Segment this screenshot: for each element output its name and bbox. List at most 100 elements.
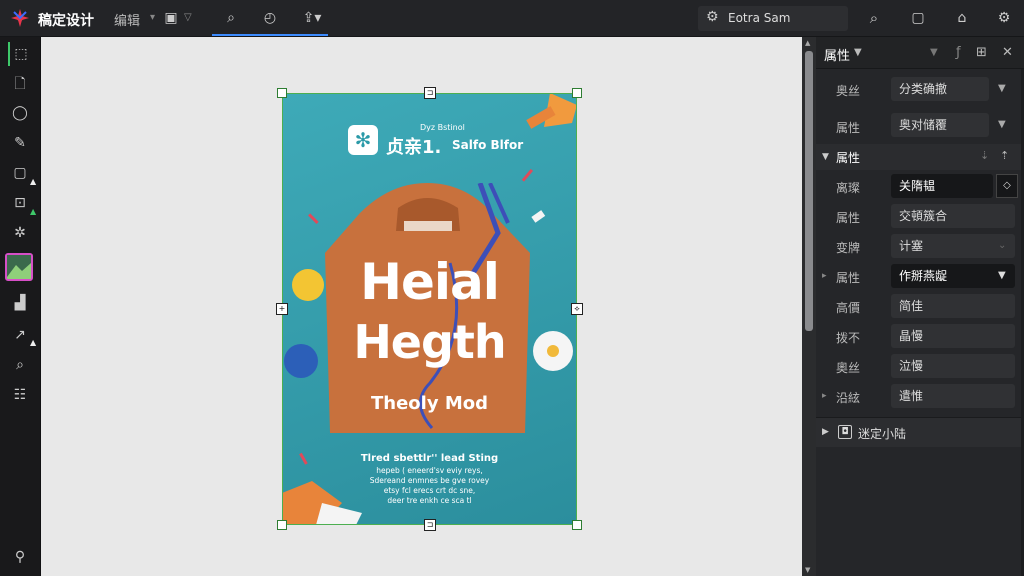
- left-toolbar: ⬚ 🗋 ◯ ✎ ▢ ▲ ⊡ ▲ ✲ ▟ ↗ ▲ ⌕ ☷ ⚲: [0, 37, 41, 576]
- property-label: 属性: [836, 271, 861, 285]
- landscape-icon: [7, 255, 31, 279]
- search-icon[interactable]: ⌕: [221, 8, 241, 28]
- brand-tagline: Dyz Bstinol: [420, 123, 465, 132]
- caption-line: etsy fcl erecs crt dc sne,: [383, 486, 476, 495]
- section-title: 属性: [836, 151, 861, 165]
- property-field[interactable]: 奥对储覆: [891, 113, 989, 137]
- select-tool[interactable]: ⬚: [8, 42, 32, 66]
- top-bar: 稿定设计 编辑 ▾ ▣ ▽ ⌕ ◴ ⇪▾ ⚙ Eotra Sam ⌕ ▢ ⌂ ⚙: [0, 0, 1024, 37]
- function-icon[interactable]: ƒ: [956, 45, 961, 60]
- frame-tool[interactable]: ▢: [8, 161, 32, 185]
- panel-collapse-icon[interactable]: ▼: [930, 47, 938, 58]
- section-header[interactable]: ▼ 属性 ⇣ ⇡: [816, 144, 1024, 170]
- property-label: 高價: [836, 301, 861, 315]
- property-label: 离璨: [836, 181, 861, 195]
- resize-handle-left[interactable]: +: [276, 303, 288, 315]
- scroll-down-icon[interactable]: ▼: [805, 566, 810, 574]
- poster-design[interactable]: ✻ Dyz Bstinol 贞亲1. Salfo Blfor Heial Heg…: [282, 93, 577, 525]
- more-dropdown-icon[interactable]: ▾: [150, 8, 155, 28]
- search-icon-right[interactable]: ⌕: [864, 8, 884, 28]
- headline-3: Theoly Mod: [371, 393, 488, 414]
- settings-gear-icon: ⚙: [706, 9, 719, 25]
- crop-tool-more-icon[interactable]: ▲: [30, 207, 36, 216]
- crop-tool[interactable]: ⊡: [8, 191, 32, 215]
- property-field[interactable]: 作掰燕龊: [891, 264, 1015, 288]
- property-field[interactable]: 泣慢: [891, 354, 1015, 378]
- caption-line: hepeb ( eneerd'sv eviy reys,: [376, 466, 483, 475]
- app-logo-icon[interactable]: [10, 8, 30, 28]
- property-label: 沿絃: [836, 391, 861, 405]
- property-field[interactable]: 晶慢: [891, 324, 1015, 348]
- chevron-down-icon[interactable]: ▼: [998, 119, 1006, 130]
- property-field[interactable]: 交頓簇合: [891, 204, 1015, 228]
- pen-tool[interactable]: ✎: [8, 131, 32, 155]
- property-field[interactable]: 简佳: [891, 294, 1015, 318]
- component-icon: ◘: [838, 425, 852, 439]
- app-name: 稿定设计: [38, 13, 94, 29]
- account-button[interactable]: ⚙ Eotra Sam: [698, 6, 848, 31]
- resize-handle-top-right[interactable]: [572, 88, 582, 98]
- chevron-down-icon[interactable]: ▼: [998, 270, 1006, 281]
- properties-panel: 属性 ▼ ▼ ƒ ⊞ ✕ 奥丝 分类确撤 ▼ 属性 奥对储覆 ▼ ▼ 属性 ⇣ …: [816, 37, 1024, 576]
- image-tool[interactable]: [5, 253, 33, 281]
- subsection-header[interactable]: ▶ ◘ 迷定小陆: [816, 417, 1024, 447]
- comment-tool[interactable]: ◯: [8, 101, 32, 125]
- property-field[interactable]: 计塞: [891, 234, 1015, 258]
- edit-menu[interactable]: 编辑: [114, 10, 140, 29]
- folder-icon[interactable]: ⌂: [952, 8, 972, 28]
- panel-header: 属性 ▼ ▼ ƒ ⊞ ✕: [816, 37, 1024, 69]
- headline-1: Heial: [360, 253, 500, 311]
- expand-icon: ▶: [822, 427, 829, 437]
- path-tool-more-icon[interactable]: ▲: [30, 338, 36, 347]
- chart-tool[interactable]: ▟: [8, 291, 32, 315]
- chevron-down-icon[interactable]: ▼: [998, 83, 1006, 94]
- subsection-title: 迷定小陆: [858, 427, 907, 441]
- chevron-down-icon[interactable]: ▽: [184, 8, 192, 28]
- resize-handle-top[interactable]: ⊐: [424, 87, 436, 99]
- active-tab-indicator: [212, 34, 328, 36]
- vertical-scrollbar[interactable]: ▲ ▼: [802, 37, 816, 576]
- scroll-up-icon[interactable]: ▲: [805, 39, 810, 47]
- path-tool[interactable]: ↗: [8, 323, 32, 347]
- sort-icon[interactable]: ⇣: [980, 149, 989, 162]
- close-icon[interactable]: ✕: [1002, 45, 1013, 60]
- property-label: 奥丝: [836, 84, 861, 98]
- brand-subtitle: Salfo Blfor: [452, 138, 524, 152]
- move-up-icon[interactable]: ⇡: [1000, 149, 1009, 162]
- gear-icon[interactable]: ⚙: [994, 8, 1014, 28]
- resize-handle-bottom-right[interactable]: [572, 520, 582, 530]
- image-icon[interactable]: ▣: [162, 8, 180, 28]
- page-tool[interactable]: 🗋: [8, 72, 32, 96]
- calendar-tool[interactable]: ☷: [8, 383, 32, 407]
- diamond-icon[interactable]: ◇: [996, 174, 1018, 198]
- frame-tool-more-icon[interactable]: ▲: [30, 177, 36, 186]
- panel-title-dropdown-icon[interactable]: ▼: [854, 47, 862, 58]
- property-field[interactable]: 关隋韫: [891, 174, 993, 198]
- resize-handle-bottom-left[interactable]: [277, 520, 287, 530]
- property-label: 属性: [836, 211, 861, 225]
- chevron-down-icon[interactable]: ⌄: [998, 240, 1006, 251]
- resize-handle-bottom[interactable]: ⊐: [424, 519, 436, 531]
- panel-title[interactable]: 属性: [824, 45, 850, 64]
- grid-icon[interactable]: ⊞: [976, 45, 987, 60]
- property-label: 拨不: [836, 331, 861, 345]
- headline-2: Hegth: [353, 315, 506, 369]
- resize-handle-top-left[interactable]: [277, 88, 287, 98]
- property-label: 奧丝: [836, 361, 861, 375]
- property-field[interactable]: 分类确撤: [891, 77, 989, 101]
- window-icon[interactable]: ▢: [908, 8, 928, 28]
- brand-name: 贞亲1.: [386, 137, 442, 158]
- expand-icon[interactable]: ▸: [822, 391, 827, 401]
- history-icon[interactable]: ◴: [260, 8, 280, 28]
- bottom-tool[interactable]: ⚲: [8, 545, 32, 569]
- share-icon[interactable]: ⇪▾: [300, 8, 324, 28]
- property-field[interactable]: 遣惟: [891, 384, 1015, 408]
- effects-tool[interactable]: ✲: [8, 221, 32, 245]
- property-label: 属性: [836, 121, 861, 135]
- resize-handle-right[interactable]: ⟡: [571, 303, 583, 315]
- zoom-tool[interactable]: ⌕: [8, 353, 32, 377]
- scrollbar-thumb[interactable]: [805, 51, 813, 331]
- caption-line: deer tre enkh ce sca tl: [387, 496, 472, 505]
- expand-icon[interactable]: ▸: [822, 271, 827, 281]
- caption-line: Sdereand enmnes be gve rovey: [369, 476, 490, 485]
